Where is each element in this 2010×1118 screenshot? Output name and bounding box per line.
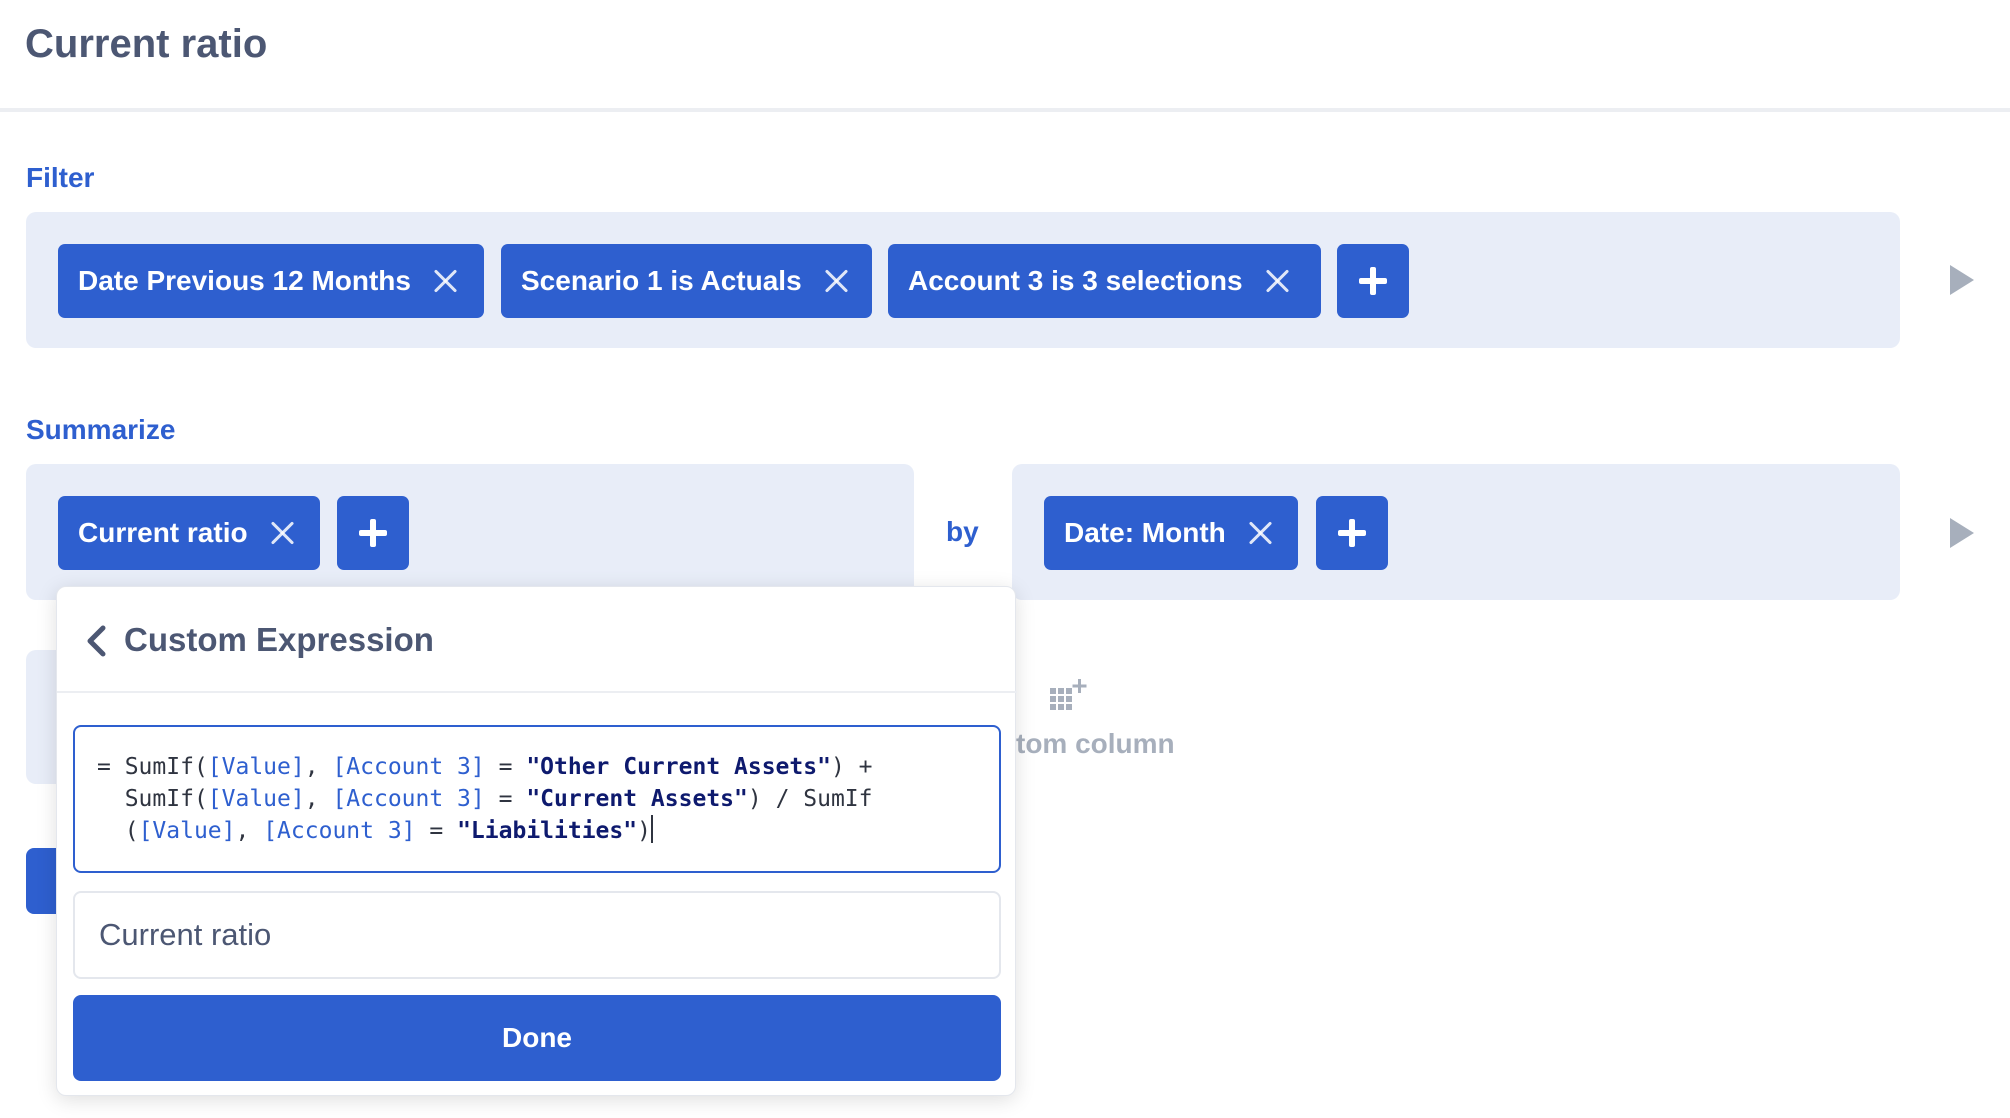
text-cursor [650,815,653,843]
close-icon[interactable] [1248,521,1272,545]
custom-column-label[interactable]: tom column [1016,728,1175,760]
expr-string: "Liabilities" [457,818,638,844]
close-icon[interactable] [433,269,457,293]
chevron-left-icon[interactable] [83,625,109,657]
page-header: Current ratio [0,0,2010,112]
summarize-section-label: Summarize [26,414,176,445]
done-button[interactable]: Done [73,995,1001,1081]
expr-field: [Value] [207,786,305,812]
expr-field: [Value] [207,754,305,780]
play-icon[interactable] [1950,518,1974,548]
by-label: by [946,516,979,547]
metric-chip-current-ratio[interactable]: Current ratio [58,496,320,570]
expr-field: [Account 3] [332,754,485,780]
grid-plus-icon[interactable] [1048,678,1090,710]
expr-function: SumIf( [124,786,208,812]
popover-title: Custom Expression [124,621,434,658]
expression-name-field[interactable]: Current ratio [73,891,1001,979]
filter-chip-label: Date Previous 12 Months [78,265,411,296]
expr-function: SumIf( [124,754,208,780]
close-icon[interactable] [270,521,294,545]
grouping-chip-label: Date: Month [1064,517,1226,548]
expr-paren: ( [124,818,139,844]
filter-chip-label: Account 3 is 3 selections [908,265,1243,296]
filter-chip-label: Scenario 1 is Actuals [521,265,802,296]
expr-comma: , [304,786,333,812]
expr-field: [Account 3] [263,818,416,844]
filter-section-label: Filter [26,162,95,193]
expr-comma: , [304,754,333,780]
custom-expression-popover: Custom Expression = SumIf([Value], [Acco… [56,586,1017,1096]
metric-chip-label: Current ratio [78,517,248,548]
expr-string: "Current Assets" [526,786,748,812]
filter-panel: Date Previous 12 Months Scenario 1 is Ac… [26,212,1900,348]
expr-operator: = [484,754,527,780]
expr-operator: ) + [830,754,873,780]
filter-chip-date[interactable]: Date Previous 12 Months [58,244,484,318]
expression-editor[interactable]: = SumIf([Value], [Account 3] = "Other Cu… [73,725,1001,873]
groupings-panel: Date: Month [1012,464,1900,600]
page-title: Current ratio [25,22,268,66]
add-filter-button[interactable] [1337,244,1409,318]
expr-operator: = [415,818,458,844]
expr-paren: ) [637,818,651,844]
expr-equals: = [97,754,125,780]
close-icon[interactable] [824,269,848,293]
grouping-chip-date-month[interactable]: Date: Month [1044,496,1298,570]
expr-operator: ) / SumIf [747,786,873,812]
filter-chip-scenario[interactable]: Scenario 1 is Actuals [501,244,872,318]
popover-header[interactable]: Custom Expression [57,587,1017,693]
add-grouping-button[interactable] [1316,496,1388,570]
close-icon[interactable] [1265,269,1289,293]
expr-string: "Other Current Assets" [526,754,831,780]
add-metric-button[interactable] [337,496,409,570]
expr-operator: = [484,786,527,812]
expr-field: [Value] [138,818,236,844]
play-icon[interactable] [1950,265,1974,295]
filter-chip-account[interactable]: Account 3 is 3 selections [888,244,1321,318]
expr-field: [Account 3] [332,786,485,812]
metrics-panel: Current ratio [26,464,914,600]
expr-comma: , [235,818,264,844]
